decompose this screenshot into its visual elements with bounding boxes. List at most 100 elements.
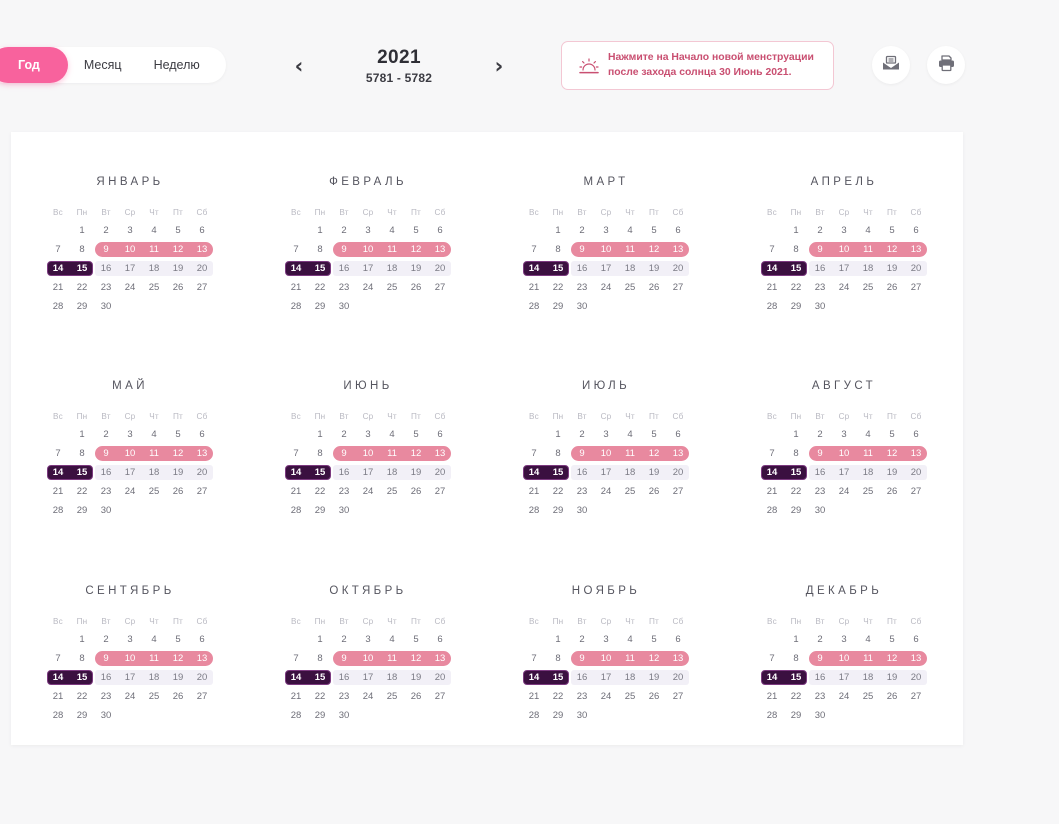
day-cell[interactable]: 11 (142, 444, 166, 463)
day-cell[interactable]: 21 (284, 687, 308, 706)
day-cell[interactable]: 17 (594, 463, 618, 482)
day-cell[interactable]: 12 (642, 444, 666, 463)
day-cell[interactable]: 25 (618, 278, 642, 297)
day-cell[interactable]: 17 (118, 463, 142, 482)
day-cell[interactable]: 9 (570, 444, 594, 463)
day-cell[interactable]: 19 (404, 463, 428, 482)
day-cell[interactable]: 9 (332, 240, 356, 259)
day-cell[interactable]: 14 (522, 463, 546, 482)
day-cell[interactable]: 11 (380, 444, 404, 463)
day-cell[interactable]: 15 (784, 463, 808, 482)
day-cell[interactable]: 23 (94, 687, 118, 706)
day-cell[interactable]: 13 (904, 240, 928, 259)
day-cell[interactable]: 22 (308, 482, 332, 501)
day-cell[interactable]: 23 (808, 687, 832, 706)
day-cell[interactable]: 6 (666, 221, 690, 240)
day-cell[interactable]: 3 (594, 221, 618, 240)
day-cell[interactable]: 18 (618, 668, 642, 687)
day-cell[interactable]: 16 (94, 463, 118, 482)
day-cell[interactable]: 20 (666, 463, 690, 482)
day-cell[interactable]: 29 (70, 297, 94, 316)
day-cell[interactable]: 15 (308, 463, 332, 482)
day-cell[interactable]: 2 (570, 221, 594, 240)
day-cell[interactable]: 28 (46, 297, 70, 316)
day-cell[interactable]: 20 (190, 668, 214, 687)
day-cell[interactable]: 22 (70, 482, 94, 501)
day-cell[interactable]: 21 (760, 687, 784, 706)
day-cell[interactable]: 18 (856, 463, 880, 482)
day-cell[interactable]: 1 (784, 221, 808, 240)
day-cell[interactable]: 23 (332, 687, 356, 706)
day-cell[interactable]: 5 (166, 425, 190, 444)
day-cell[interactable]: 30 (570, 706, 594, 725)
day-cell[interactable]: 6 (190, 630, 214, 649)
day-cell[interactable]: 10 (832, 240, 856, 259)
day-cell[interactable]: 26 (642, 482, 666, 501)
day-cell[interactable]: 27 (190, 687, 214, 706)
day-cell[interactable]: 2 (332, 221, 356, 240)
day-cell[interactable]: 8 (308, 240, 332, 259)
day-cell[interactable]: 28 (522, 501, 546, 520)
day-cell[interactable]: 20 (428, 259, 452, 278)
day-cell[interactable]: 12 (404, 649, 428, 668)
day-cell[interactable]: 29 (546, 706, 570, 725)
day-cell[interactable]: 11 (856, 444, 880, 463)
day-cell[interactable]: 20 (666, 259, 690, 278)
day-cell[interactable]: 19 (880, 463, 904, 482)
day-cell[interactable]: 13 (190, 649, 214, 668)
day-cell[interactable]: 21 (46, 482, 70, 501)
day-cell[interactable]: 7 (760, 240, 784, 259)
day-cell[interactable]: 15 (546, 668, 570, 687)
day-cell[interactable]: 10 (118, 240, 142, 259)
day-cell[interactable]: 26 (166, 687, 190, 706)
day-cell[interactable]: 2 (570, 630, 594, 649)
day-cell[interactable]: 11 (618, 649, 642, 668)
day-cell[interactable]: 12 (880, 240, 904, 259)
day-cell[interactable]: 20 (190, 463, 214, 482)
day-cell[interactable]: 26 (404, 482, 428, 501)
day-cell[interactable]: 8 (308, 444, 332, 463)
day-cell[interactable]: 2 (332, 425, 356, 444)
day-cell[interactable]: 21 (522, 687, 546, 706)
day-cell[interactable]: 1 (70, 221, 94, 240)
day-cell[interactable]: 8 (784, 649, 808, 668)
day-cell[interactable]: 3 (832, 630, 856, 649)
day-cell[interactable]: 12 (166, 649, 190, 668)
day-cell[interactable]: 14 (760, 259, 784, 278)
day-cell[interactable]: 19 (404, 668, 428, 687)
day-cell[interactable]: 20 (904, 463, 928, 482)
day-cell[interactable]: 2 (570, 425, 594, 444)
day-cell[interactable]: 26 (880, 278, 904, 297)
day-cell[interactable]: 7 (522, 444, 546, 463)
day-cell[interactable]: 17 (356, 668, 380, 687)
day-cell[interactable]: 14 (46, 463, 70, 482)
day-cell[interactable]: 22 (784, 687, 808, 706)
day-cell[interactable]: 9 (332, 444, 356, 463)
day-cell[interactable]: 19 (642, 463, 666, 482)
day-cell[interactable]: 6 (904, 221, 928, 240)
day-cell[interactable]: 30 (94, 706, 118, 725)
day-cell[interactable]: 10 (356, 444, 380, 463)
day-cell[interactable]: 25 (618, 687, 642, 706)
day-cell[interactable]: 16 (570, 463, 594, 482)
day-cell[interactable]: 26 (642, 278, 666, 297)
day-cell[interactable]: 2 (94, 630, 118, 649)
tab-year[interactable]: Год (0, 47, 68, 83)
day-cell[interactable]: 21 (522, 482, 546, 501)
day-cell[interactable]: 27 (666, 278, 690, 297)
day-cell[interactable]: 18 (142, 668, 166, 687)
day-cell[interactable]: 4 (618, 630, 642, 649)
day-cell[interactable]: 1 (70, 425, 94, 444)
day-cell[interactable]: 28 (46, 706, 70, 725)
notice-banner[interactable]: Нажмите на Начало новой менструации посл… (561, 41, 834, 90)
day-cell[interactable]: 29 (70, 501, 94, 520)
day-cell[interactable]: 19 (404, 259, 428, 278)
day-cell[interactable]: 10 (356, 240, 380, 259)
day-cell[interactable]: 17 (356, 463, 380, 482)
day-cell[interactable]: 27 (904, 278, 928, 297)
day-cell[interactable]: 24 (356, 278, 380, 297)
day-cell[interactable]: 7 (46, 240, 70, 259)
day-cell[interactable]: 2 (808, 425, 832, 444)
day-cell[interactable]: 29 (546, 297, 570, 316)
day-cell[interactable]: 5 (166, 221, 190, 240)
